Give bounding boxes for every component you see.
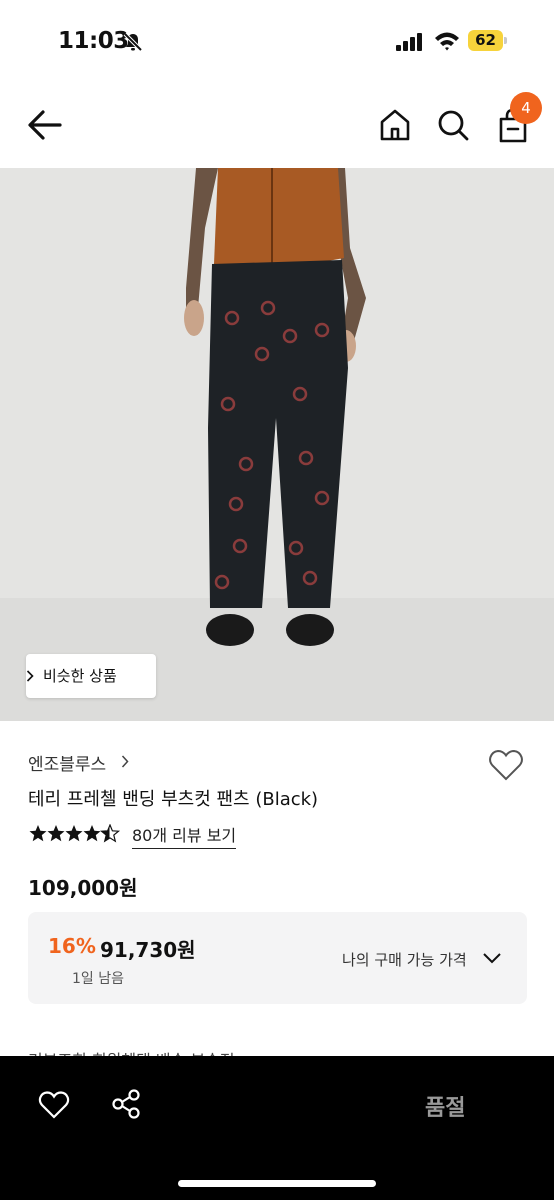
my-price-box[interactable]: 16% 91,730원 1일 남음 나의 구매 가능 가격 [28, 912, 527, 1004]
wifi-icon [435, 32, 459, 51]
wishlist-heart-icon[interactable] [488, 748, 524, 782]
star-icon [65, 825, 83, 842]
star-icon [47, 825, 65, 842]
chevron-right-icon [26, 670, 34, 682]
days-left: 1일 남음 [72, 971, 124, 987]
battery-level: 62 [475, 31, 496, 49]
heart-icon[interactable] [38, 1090, 70, 1120]
product-image[interactable]: 비슷한 상품 [0, 168, 554, 721]
review-link[interactable]: 80개 리뷰 보기 [132, 822, 237, 849]
sold-out-button[interactable]: 품절 [425, 1090, 465, 1122]
search-icon[interactable] [436, 108, 470, 142]
back-arrow-icon[interactable] [26, 108, 64, 142]
rating-stars [29, 824, 121, 843]
discount-rate: 16% [48, 934, 96, 958]
original-price: 109,000원 [28, 876, 138, 900]
cart-count-badge: 4 [510, 92, 542, 124]
sale-price: 91,730원 [100, 938, 196, 962]
similar-products-button[interactable]: 비슷한 상품 [26, 654, 156, 698]
star-icon [29, 825, 47, 842]
battery-icon: 62 [468, 30, 507, 51]
product-photo [0, 168, 554, 721]
signal-icon [396, 33, 422, 51]
home-indicator [178, 1180, 376, 1187]
chevron-down-icon[interactable] [482, 951, 502, 965]
product-title: 테리 프레첼 밴딩 부츠컷 팬츠 (Black) [28, 789, 319, 810]
star-icon [83, 825, 101, 842]
chevron-right-icon[interactable] [121, 755, 129, 768]
top-nav: 4 [0, 90, 554, 168]
my-price-label: 나의 구매 가능 가격 [342, 951, 467, 969]
status-time: 11:03 [58, 28, 129, 54]
brand-link[interactable]: 엔조블루스 [28, 750, 106, 775]
bottom-action-bar: 품절 [0, 1056, 554, 1200]
similar-products-label: 비슷한 상품 [43, 667, 117, 685]
bell-slash-icon [123, 32, 143, 52]
share-icon[interactable] [110, 1088, 142, 1120]
status-bar: 11:03 62 [0, 0, 554, 80]
home-icon[interactable] [378, 108, 412, 142]
